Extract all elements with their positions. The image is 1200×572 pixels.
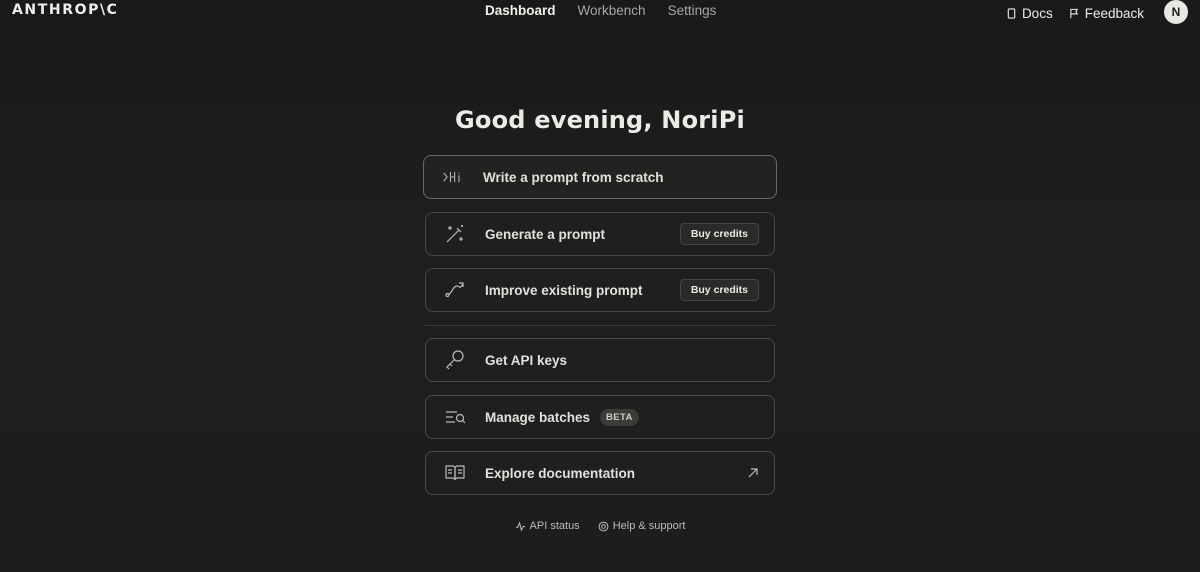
buy-credits-button[interactable]: Buy credits <box>679 223 759 245</box>
flag-icon <box>1069 8 1078 18</box>
help-support-link[interactable]: Help & support <box>598 520 686 532</box>
greeting-title: Good evening, NoriPi <box>455 106 745 134</box>
manage-batches-label: Manage batches <box>485 409 591 425</box>
api-keys-card[interactable]: Get API keys <box>425 338 775 382</box>
improve-prompt-card[interactable]: Improve existing prompt Buy credits <box>425 268 775 312</box>
top-bar: ANTHROP\C Dashboard Workbench Settings D… <box>0 0 1200 24</box>
improve-prompt-label: Improve existing prompt <box>485 282 643 298</box>
generate-prompt-card[interactable]: Generate a prompt Buy credits <box>425 212 775 256</box>
header-actions: Docs Feedback N <box>1006 0 1188 24</box>
manage-batches-card[interactable]: Manage batches BETA <box>425 395 775 439</box>
help-support-label: Help & support <box>612 520 686 532</box>
terminal-hi-icon <box>440 166 466 188</box>
document-icon <box>1007 7 1016 19</box>
tab-workbench[interactable]: Workbench <box>578 3 646 18</box>
explore-docs-card[interactable]: Explore documentation <box>425 451 775 495</box>
feedback-label: Feedback <box>1084 5 1144 21</box>
generate-prompt-label: Generate a prompt <box>485 226 606 242</box>
main-nav: Dashboard Workbench Settings <box>485 3 716 18</box>
pulse-icon <box>515 520 525 532</box>
footer: API status Help & support <box>0 520 1200 532</box>
api-status-label: API status <box>529 520 580 532</box>
docs-label: Docs <box>1021 5 1053 21</box>
api-status-link[interactable]: API status <box>515 520 580 532</box>
docs-link[interactable]: Docs <box>1006 6 1053 21</box>
magic-wand-icon <box>442 223 468 245</box>
anthropic-logo[interactable]: ANTHROP\C <box>12 2 119 18</box>
explore-docs-label: Explore documentation <box>485 465 636 481</box>
avatar[interactable]: N <box>1164 0 1188 24</box>
api-keys-label: Get API keys <box>485 352 568 368</box>
book-icon <box>442 462 468 484</box>
external-link-icon <box>748 468 758 478</box>
buy-credits-button[interactable]: Buy credits <box>679 279 759 301</box>
write-prompt-label: Write a prompt from scratch <box>483 169 664 185</box>
batch-list-icon <box>442 406 468 428</box>
feedback-link[interactable]: Feedback <box>1069 6 1144 21</box>
curve-arrow-icon <box>442 279 468 301</box>
section-divider <box>425 325 775 326</box>
tab-settings[interactable]: Settings <box>668 3 717 18</box>
beta-badge: BETA <box>600 408 639 426</box>
help-icon <box>598 521 609 531</box>
write-prompt-card[interactable]: Write a prompt from scratch <box>423 155 777 199</box>
tab-dashboard[interactable]: Dashboard <box>485 3 556 18</box>
key-icon <box>442 349 468 371</box>
